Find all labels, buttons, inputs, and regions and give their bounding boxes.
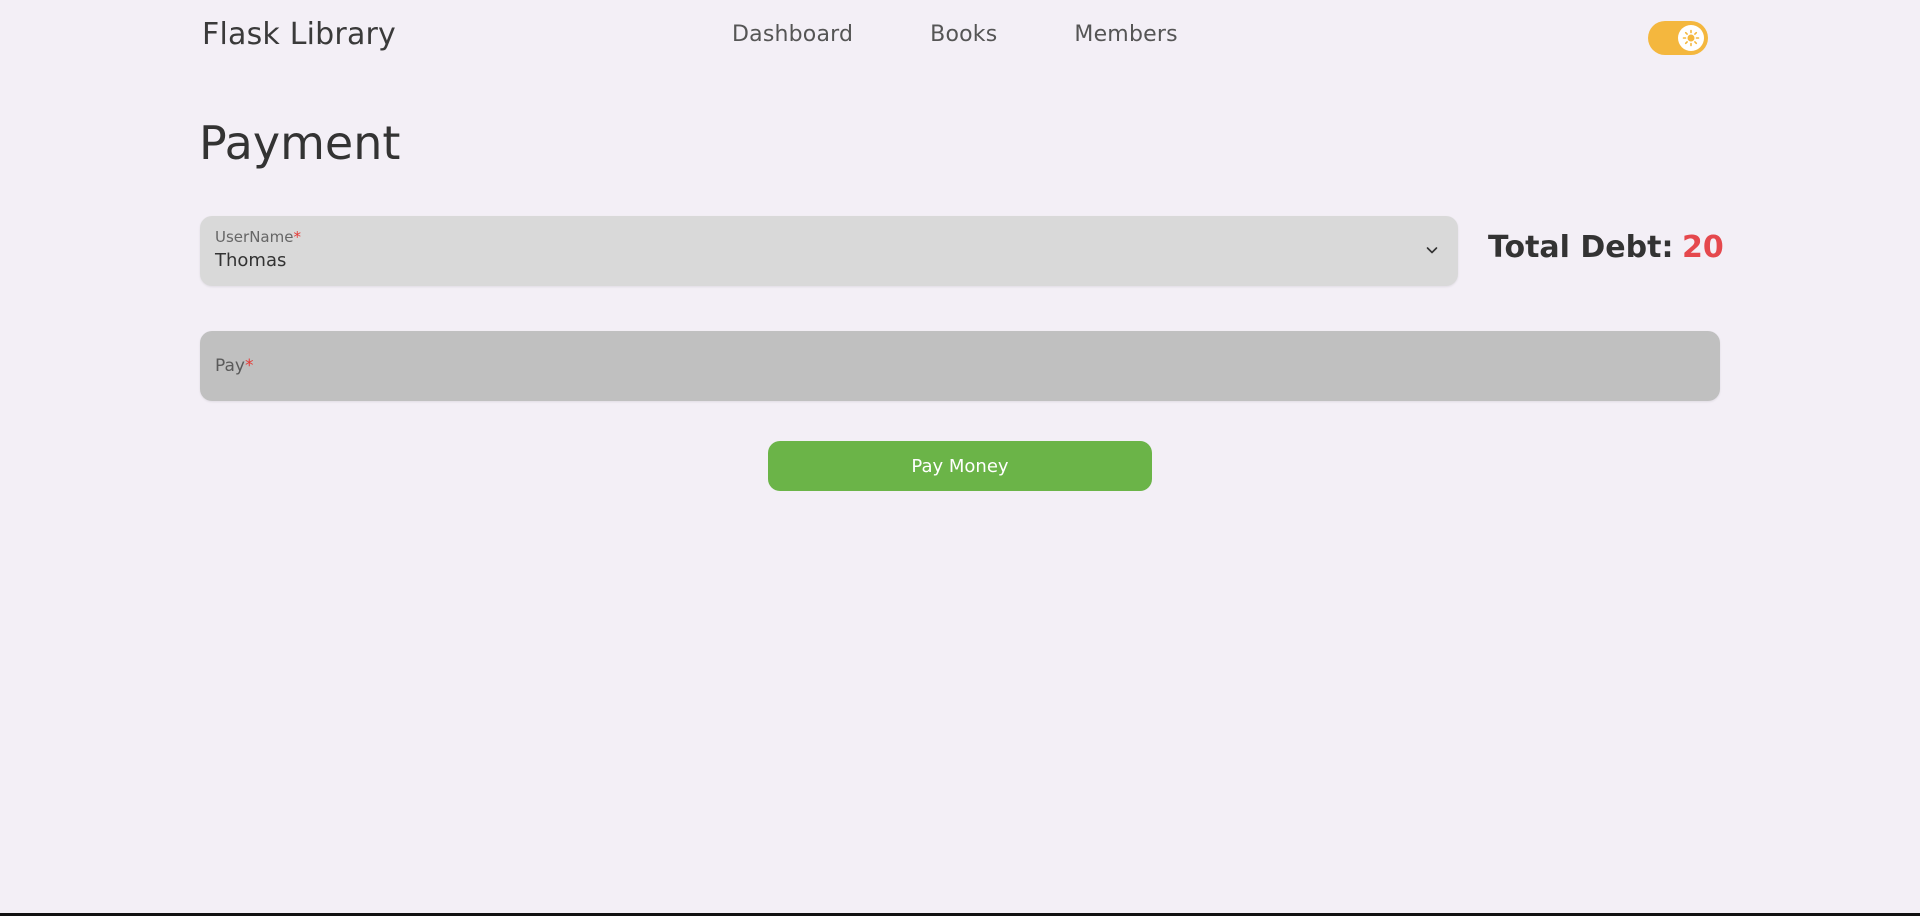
brand-logo[interactable]: Flask Library	[202, 17, 396, 52]
chevron-down-icon	[1426, 247, 1438, 254]
username-label: UserName*	[215, 228, 301, 246]
pay-label: Pay*	[215, 356, 253, 376]
sun-icon	[1682, 29, 1700, 47]
pay-label-text: Pay	[215, 356, 245, 376]
nav-dashboard[interactable]: Dashboard	[732, 22, 853, 47]
theme-toggle[interactable]	[1648, 21, 1708, 55]
required-star: *	[244, 356, 254, 376]
pay-input[interactable]: Pay*	[200, 331, 1720, 401]
nav-members[interactable]: Members	[1074, 22, 1177, 47]
total-debt-label: Total Debt:	[1488, 230, 1674, 265]
nav-books[interactable]: Books	[930, 22, 997, 47]
username-value: Thomas	[215, 250, 287, 271]
username-select[interactable]: UserName* Thomas	[200, 216, 1458, 286]
toggle-knob	[1678, 25, 1704, 51]
required-star: *	[293, 228, 301, 246]
pay-money-button[interactable]: Pay Money	[768, 441, 1152, 491]
total-debt-value: 20	[1682, 230, 1724, 265]
page-title: Payment	[199, 116, 401, 170]
username-label-text: UserName	[215, 228, 294, 246]
nav-links: Dashboard Books Members	[732, 22, 1178, 47]
navbar: Flask Library Dashboard Books Members	[0, 0, 1920, 74]
